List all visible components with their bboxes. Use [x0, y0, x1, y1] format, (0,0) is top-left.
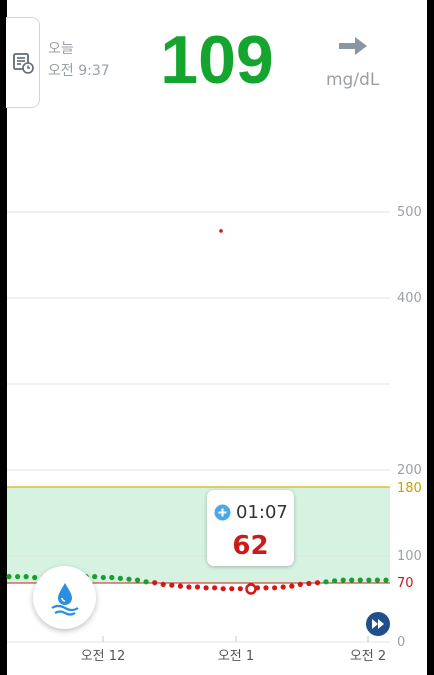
glucose-point: [186, 584, 192, 590]
glucose-point: [177, 583, 183, 589]
jump-to-latest-button[interactable]: [366, 612, 390, 640]
blood-drop-icon: [50, 582, 79, 616]
x-tick-label-2: 오전 2: [350, 649, 386, 664]
glucose-point: [23, 574, 29, 580]
glucose-point: [220, 586, 226, 592]
glucose-point: [32, 574, 38, 581]
selected-point-marker[interactable]: [245, 583, 257, 595]
plus-circle-icon[interactable]: [214, 504, 231, 521]
fast-forward-icon: [366, 612, 390, 636]
y-tick-200: 200: [397, 463, 422, 478]
glucose-point: [6, 574, 12, 580]
glucose-point: [152, 580, 158, 586]
add-blood-glucose-button[interactable]: [33, 566, 96, 629]
y-tick-500: 500: [397, 205, 422, 220]
glucose-point: [314, 580, 321, 586]
y-tick-100: 100: [397, 549, 422, 564]
glucose-point: [109, 574, 115, 581]
glucose-point: [289, 583, 295, 589]
glucose-point: [280, 584, 286, 590]
glucose-point: [383, 577, 389, 583]
glucose-point: [15, 574, 21, 580]
tooltip-time: 01:07: [236, 502, 288, 523]
glucose-point: [117, 575, 123, 582]
glucose-point: [100, 574, 106, 581]
glucose-point: [160, 581, 166, 588]
glucose-point: [366, 577, 372, 583]
glucose-point: [237, 586, 243, 592]
tooltip-glucose-value: 62: [232, 531, 269, 561]
glucose-point: [374, 577, 380, 583]
glucose-point: [92, 574, 98, 580]
y-tick-400: 400: [397, 291, 422, 306]
glucose-point: [340, 577, 346, 583]
glucose-point: [297, 581, 303, 588]
glucose-point: [169, 582, 175, 588]
x-tick-label-12: 오전 12: [81, 649, 126, 664]
y-tick-180: 180: [397, 481, 422, 496]
glucose-point: [357, 577, 363, 583]
glucose-point: [323, 579, 329, 585]
glucose-point: [203, 585, 209, 591]
glucose-point: [134, 577, 141, 583]
glucose-point: [306, 580, 312, 587]
glucose-point: [272, 585, 278, 591]
y-tick-0: 0: [397, 635, 405, 650]
glucose-point: [143, 579, 149, 585]
reading-tooltip: 01:07 62: [207, 490, 294, 566]
glucose-point: [194, 584, 201, 590]
glucose-point: [332, 578, 338, 584]
y-tick-70: 70: [397, 576, 414, 591]
glucose-point: [229, 586, 235, 592]
glucose-point: [263, 585, 269, 591]
glucose-point: [126, 576, 132, 582]
glucose-point: [212, 585, 218, 591]
outlier-point: [219, 229, 223, 233]
x-tick-label-1: 오전 1: [218, 649, 254, 664]
glucose-point: [349, 577, 355, 583]
